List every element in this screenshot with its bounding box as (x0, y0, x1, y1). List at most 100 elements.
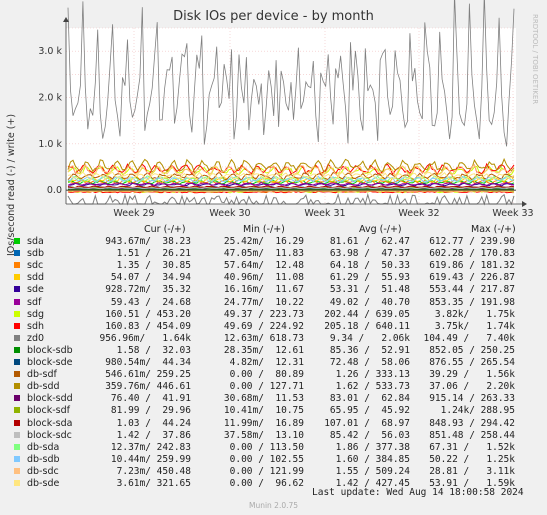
legend-series-name: block-sda (27, 417, 73, 429)
legend-value-max: 67.31 / 1.52k (429, 441, 515, 453)
legend-header-min: Min (-/+) (243, 224, 285, 235)
legend-value-max: 104.49 / 7.40k (423, 332, 515, 344)
legend-row-block-sdf: block-sdf 81.99 / 29.96 10.41m/ 10.75 65.95… (14, 405, 534, 417)
legend-value-avg: 1.55 / 509.24 (335, 465, 410, 477)
legend-value-cur: 81.99 / 29.96 (110, 405, 191, 417)
last-update-text: Last update: Wed Aug 14 18:00:58 2024 (312, 487, 524, 498)
legend-swatch (14, 334, 20, 341)
legend-swatch (14, 467, 20, 474)
legend-value-cur: 546.61m/ 259.25 (105, 369, 191, 381)
legend-row-db-sdf: db-sdf 546.61m/ 259.25 0.00 / 80.89 1.26 / … (14, 369, 534, 381)
legend-swatch (14, 407, 20, 414)
legend-series-name: db-sde (27, 478, 60, 489)
legend-value-max: 612.77 / 239.90 (429, 236, 515, 247)
legend-series-name: sdb (27, 248, 45, 260)
legend-value-max: 50.22 / 1.25k (429, 453, 515, 465)
legend-row-sdb: sdb 1.51 / 26.21 47.05m/ 11.83 63.98 / 47.3… (14, 248, 534, 260)
legend-value-avg: 1.26 / 333.13 (335, 369, 410, 381)
legend-header-cur: Cur (-/+) (144, 224, 186, 235)
munin-version: Munin 2.0.75 (248, 501, 299, 510)
legend-swatch (14, 480, 20, 486)
legend-value-cur: 1.35 / 30.85 (116, 260, 191, 272)
legend-value-min: 40.96m/ 11.08 (223, 272, 304, 284)
legend-series-name: sdg (27, 308, 45, 320)
legend-value-min: 10.41m/ 10.75 (223, 405, 304, 417)
legend-value-cur: 12.37m/ 242.83 (110, 441, 191, 453)
legend-value-min: 0.00 / 102.55 (229, 453, 304, 465)
legend-swatch (14, 238, 20, 244)
legend-series-name: sda (27, 236, 44, 247)
legend-row-zd0: zd0 956.96m/ 1.64k 12.63m/ 618.73 9.34 / 2.… (14, 333, 534, 345)
legend-swatch (14, 298, 20, 305)
legend-value-cur: 54.07 / 34.94 (110, 272, 191, 284)
legend-series-name: db-sdc (27, 465, 59, 477)
legend-header-avg: Avg (-/+) (359, 224, 402, 235)
legend-value-max: 3.82k/ 1.75k (434, 308, 515, 320)
legend-value-min: 24.77m/ 10.22 (223, 296, 304, 308)
legend-value-min: 0.00 / 121.99 (229, 465, 304, 477)
legend-series-name: sdc (27, 260, 44, 272)
x-tick-label: Week 29 (113, 208, 154, 219)
legend-value-avg: 85.42 / 56.03 (329, 429, 410, 441)
y-tick-label: 3.0 k (38, 46, 62, 57)
legend-value-max: 915.14 / 263.33 (429, 393, 515, 405)
legend-value-cur: 3.61m/ 321.65 (116, 478, 191, 489)
legend-value-max: 28.81 / 3.11k (429, 465, 515, 477)
legend-value-cur: 1.03 / 44.24 (116, 417, 191, 429)
legend-row-db-sdb: db-sdb 10.44m/ 259.99 0.00 / 102.55 1.60 / … (14, 454, 534, 466)
legend-value-min: 25.42m/ 16.29 (223, 236, 304, 247)
legend-value-cur: 980.54m/ 44.34 (105, 357, 191, 368)
legend-series-name: block-sde (27, 357, 73, 368)
legend-value-cur: 928.72m/ 35.32 (105, 284, 191, 296)
legend-swatch (14, 359, 20, 365)
legend-swatch (14, 310, 20, 317)
legend-swatch (14, 322, 20, 329)
legend-row-sdc: sdc 1.35 / 30.85 57.64m/ 12.48 64.18 / 50.3… (14, 260, 534, 272)
legend-value-avg: 205.18 / 640.11 (324, 320, 410, 332)
legend-value-max: 619.43 / 226.87 (429, 272, 515, 284)
legend-value-avg: 202.44 / 639.05 (324, 308, 410, 320)
legend-value-cur: 59.43 / 24.68 (110, 296, 191, 308)
legend-value-min: 4.82m/ 12.31 (229, 357, 304, 368)
x-tick-label: Week 30 (209, 208, 250, 219)
legend-series-name: db-sda (27, 441, 60, 453)
legend-value-avg: 85.36 / 52.91 (329, 344, 410, 356)
legend-value-cur: 943.67m/ 38.23 (105, 236, 191, 247)
legend-swatch (14, 286, 20, 293)
legend-value-avg: 1.86 / 377.38 (335, 441, 410, 453)
legend-series-name: db-sdb (27, 453, 60, 465)
legend-swatch (14, 419, 20, 426)
legend-value-avg: 61.29 / 55.93 (329, 272, 410, 284)
legend-row-sdh: sdh 160.83 / 454.09 49.69 / 224.92 205.18 /… (14, 321, 534, 333)
legend-swatch (14, 371, 20, 378)
legend-swatch (14, 383, 20, 390)
legend-swatch (14, 455, 20, 462)
y-tick-label: 0.0 (47, 185, 62, 196)
legend-value-cur: 359.76m/ 446.61 (105, 381, 191, 393)
legend-value-min: 49.69 / 224.92 (223, 320, 304, 332)
legend-value-max: 37.06 / 2.20k (429, 381, 515, 393)
legend-value-max: 851.48 / 258.44 (429, 429, 515, 441)
legend-value-max: 39.29 / 1.56k (429, 369, 515, 381)
legend-value-max: 602.28 / 170.83 (429, 248, 515, 260)
legend-value-avg: 65.95 / 45.92 (329, 405, 410, 417)
legend-series-name: sdf (27, 296, 42, 308)
legend-series-name: sdd (27, 272, 45, 284)
legend-value-min: 12.63m/ 618.73 (223, 332, 304, 344)
legend-series-name: db-sdf (27, 369, 57, 381)
legend-row-block-sdd: block-sdd 76.40 / 41.91 30.68m/ 11.53 83.01… (14, 393, 534, 405)
legend-swatch (14, 443, 20, 450)
legend-series-name: sde (27, 284, 44, 296)
legend-swatch (14, 431, 20, 438)
legend-value-avg: 49.02 / 40.70 (329, 296, 410, 308)
legend-value-avg: 72.48 / 58.06 (329, 357, 410, 368)
legend-swatch (14, 395, 20, 402)
legend-row-db-sda: db-sda 12.37m/ 242.83 0.00 / 113.50 1.86 / … (14, 442, 534, 454)
legend-value-min: 11.99m/ 16.89 (223, 417, 304, 429)
x-tick-label: Week 31 (304, 208, 345, 219)
legend-value-min: 0.00 / 80.89 (229, 369, 304, 381)
legend-value-min: 16.16m/ 11.67 (223, 284, 304, 296)
legend-value-cur: 1.42 / 37.86 (116, 429, 191, 441)
legend-value-cur: 956.96m/ 1.64k (99, 332, 191, 344)
legend-series-name: zd0 (27, 332, 45, 344)
